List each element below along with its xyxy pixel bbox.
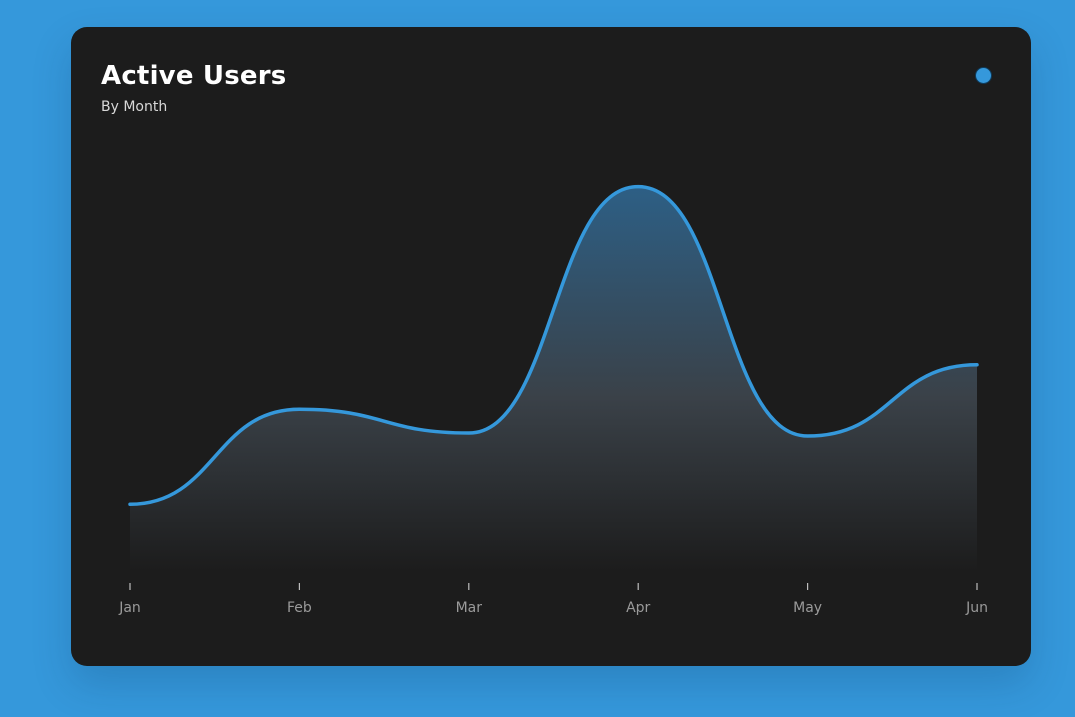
x-tick-label-jan: Jan — [118, 600, 141, 616]
area-chart: Jan Feb Mar Apr May Jun — [118, 184, 988, 616]
x-tick-label-feb: Feb — [287, 600, 312, 616]
x-tick-label-may: May — [793, 600, 822, 616]
x-tick-label-apr: Apr — [626, 600, 650, 616]
x-tick-label-jun: Jun — [965, 600, 988, 616]
area-fill — [130, 186, 977, 572]
x-tick-label-mar: Mar — [456, 600, 483, 616]
chart-card: Active Users By Month Jan Feb Mar Apr May Jun — [71, 27, 1031, 666]
